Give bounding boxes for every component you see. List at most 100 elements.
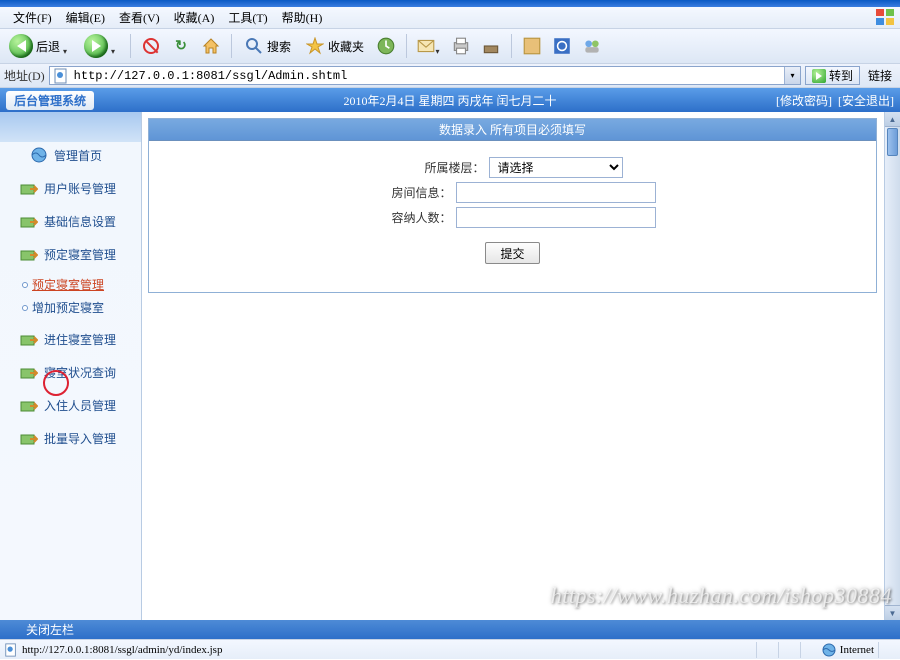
- folder-arrow-icon: [20, 182, 38, 196]
- mail-button[interactable]: [414, 32, 444, 60]
- chevron-down-icon: [436, 43, 443, 50]
- home-button[interactable]: [198, 32, 224, 60]
- content-area: 数据录入 所有项目必须填写 所属楼层： 请选择 房间信息： 容纳人数： 提交: [142, 112, 900, 620]
- capacity-label: 容纳人数：: [370, 209, 456, 226]
- sidebar-item-label: 预定寝室管理: [44, 246, 116, 263]
- separator: [406, 34, 407, 58]
- app-body: 管理首页 用户账号管理 基础信息设置 预定寝室管理 预定寝室管理 增加预定寝室: [0, 112, 900, 620]
- sidebar-home[interactable]: 管理首页: [0, 142, 141, 172]
- capacity-input[interactable]: [456, 207, 656, 228]
- submit-button[interactable]: 提交: [485, 242, 539, 264]
- scroll-up-button[interactable]: ▲: [885, 112, 900, 127]
- stop-icon: [141, 36, 161, 56]
- scroll-down-button[interactable]: ▼: [885, 605, 900, 620]
- menu-tools[interactable]: 工具(T): [221, 6, 274, 29]
- sidebar-item-status-query[interactable]: 寝室状况查询: [0, 356, 141, 389]
- back-arrow-icon: [9, 34, 33, 58]
- back-button[interactable]: 后退: [4, 32, 75, 60]
- folder-arrow-icon: [20, 432, 38, 446]
- change-password-link[interactable]: [修改密码]: [776, 92, 832, 109]
- favorites-button[interactable]: 收藏夹: [300, 32, 369, 60]
- go-label: 转到: [829, 67, 853, 84]
- internet-zone-label: Internet: [840, 644, 874, 656]
- menu-file[interactable]: 文件(F): [6, 6, 59, 29]
- scroll-thumb[interactable]: [887, 128, 898, 156]
- menu-view[interactable]: 查看(V): [112, 6, 167, 29]
- refresh-button[interactable]: ↻: [168, 32, 194, 60]
- room-input[interactable]: [456, 182, 656, 203]
- folder-arrow-icon: [20, 333, 38, 347]
- sidebar-item-batch-import[interactable]: 批量导入管理: [0, 422, 141, 455]
- sidebar-subitem-add-reservation[interactable]: 增加预定寝室: [18, 296, 141, 319]
- sidebar-subitem-label: 预定寝室管理: [32, 276, 104, 293]
- address-input-wrap[interactable]: ▾: [49, 66, 801, 85]
- edit-button[interactable]: [478, 32, 504, 60]
- sidebar-item-checkin[interactable]: 进住寝室管理: [0, 323, 141, 356]
- sidebar-subitems: 预定寝室管理 增加预定寝室: [0, 271, 141, 323]
- folder-arrow-icon: [20, 248, 38, 262]
- floor-label: 所属楼层：: [403, 159, 489, 176]
- extra2-button[interactable]: [549, 32, 575, 60]
- form-panel-body: 所属楼层： 请选择 房间信息： 容纳人数： 提交: [149, 141, 876, 292]
- star-icon: [305, 36, 325, 56]
- address-input[interactable]: [72, 69, 784, 83]
- extra1-button[interactable]: [519, 32, 545, 60]
- folder-arrow-icon: [20, 399, 38, 413]
- folder-arrow-icon: [20, 366, 38, 380]
- menu-favorites[interactable]: 收藏(A): [167, 6, 222, 29]
- bullet-icon: [22, 282, 28, 288]
- sidebar-item-label: 用户账号管理: [44, 180, 116, 197]
- form-row-capacity: 容纳人数：: [189, 207, 836, 228]
- content-scrollbar[interactable]: ▲ ▼: [884, 112, 900, 620]
- menu-edit[interactable]: 编辑(E): [59, 6, 112, 29]
- favorites-label: 收藏夹: [328, 38, 364, 55]
- search-label: 搜索: [267, 38, 291, 55]
- toolbar: 后退 ↻ 搜索 收藏夹: [0, 29, 900, 64]
- internet-zone-icon: [822, 643, 836, 657]
- sidebar-item-basic-info[interactable]: 基础信息设置: [0, 205, 141, 238]
- chevron-down-icon: [63, 43, 70, 50]
- sidebar-item-reservation[interactable]: 预定寝室管理: [0, 238, 141, 271]
- forward-button[interactable]: [79, 32, 123, 60]
- close-sidebar-bar[interactable]: 关闭左栏: [0, 620, 900, 639]
- menubar: 文件(F) 编辑(E) 查看(V) 收藏(A) 工具(T) 帮助(H): [0, 7, 900, 29]
- bullet-icon: [22, 305, 28, 311]
- room-label: 房间信息：: [370, 184, 456, 201]
- chevron-down-icon: [111, 43, 118, 50]
- sidebar-subitem-reservation-manage[interactable]: 预定寝室管理: [18, 273, 141, 296]
- status-divider: [800, 642, 818, 658]
- statusbar: http://127.0.0.1:8081/ssgl/admin/yd/inde…: [0, 639, 900, 659]
- sidebar-item-occupant[interactable]: 入住人员管理: [0, 389, 141, 422]
- globe-icon: [30, 146, 48, 164]
- page-icon: [4, 643, 18, 657]
- home-icon: [201, 36, 221, 56]
- sidebar-item-label: 批量导入管理: [44, 430, 116, 447]
- search-button[interactable]: 搜索: [239, 32, 296, 60]
- messenger-button[interactable]: [579, 32, 605, 60]
- history-button[interactable]: [373, 32, 399, 60]
- go-button[interactable]: 转到: [805, 66, 860, 85]
- floor-select[interactable]: 请选择: [489, 157, 623, 178]
- app-header: 后台管理系统 2010年2月4日 星期四 丙戌年 闰七月二十 [修改密码] [安…: [0, 88, 900, 112]
- print-button[interactable]: [448, 32, 474, 60]
- address-dropdown-button[interactable]: ▾: [784, 67, 800, 84]
- stop-button[interactable]: [138, 32, 164, 60]
- sidebar-item-label: 寝室状况查询: [44, 364, 116, 381]
- page-icon: [53, 68, 69, 84]
- status-divider: [878, 642, 896, 658]
- form-row-floor: 所属楼层： 请选择: [189, 157, 836, 178]
- sidebar-item-user-account[interactable]: 用户账号管理: [0, 172, 141, 205]
- status-right: Internet: [756, 642, 896, 658]
- search-icon: [244, 36, 264, 56]
- status-text: http://127.0.0.1:8081/ssgl/admin/yd/inde…: [22, 644, 222, 656]
- links-label[interactable]: 链接: [864, 67, 896, 84]
- square-icon: [522, 36, 542, 56]
- back-label: 后退: [36, 38, 60, 55]
- close-sidebar-label: 关闭左栏: [26, 621, 74, 638]
- menu-help[interactable]: 帮助(H): [275, 6, 330, 29]
- print-icon: [451, 36, 471, 56]
- edit-icon: [481, 36, 501, 56]
- logout-link[interactable]: [安全退出]: [838, 92, 894, 109]
- app-icon: [552, 36, 572, 56]
- sidebar-item-label: 基础信息设置: [44, 213, 116, 230]
